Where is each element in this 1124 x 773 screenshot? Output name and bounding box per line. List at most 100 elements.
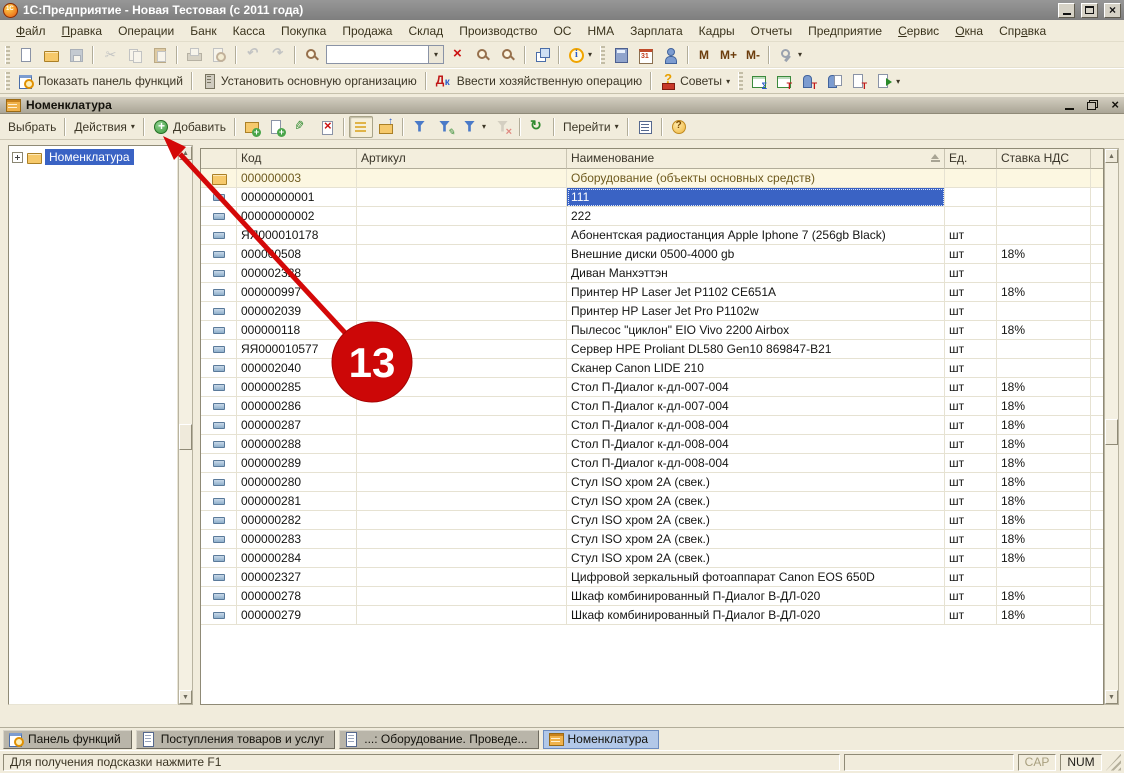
vat-cell[interactable] (997, 264, 1091, 283)
code-cell[interactable]: 000000284 (237, 549, 357, 568)
name-cell[interactable]: Стул ISO хром 2А (свек.) (567, 511, 945, 530)
code-cell[interactable]: 00000000001 (237, 188, 357, 207)
article-cell[interactable] (357, 435, 567, 454)
help-icon[interactable] (667, 116, 691, 138)
unit-cell[interactable]: шт (945, 359, 997, 378)
table-row[interactable]: 000000003Оборудование (объекты основных … (201, 169, 1103, 188)
unit-cell[interactable]: шт (945, 340, 997, 359)
vat-cell[interactable]: 18% (997, 378, 1091, 397)
table-row[interactable]: 000002040Сканер Canon LIDE 210шт (201, 359, 1103, 378)
unit-cell[interactable]: шт (945, 321, 997, 340)
scroll-up-icon[interactable]: ▲ (1105, 149, 1118, 163)
menu-item[interactable]: ОС (545, 22, 579, 40)
report-export-icon[interactable]: ▾ (872, 70, 904, 92)
code-cell[interactable]: 000000281 (237, 492, 357, 511)
report-doc-icon[interactable] (847, 70, 871, 92)
name-cell[interactable]: Шкаф комбинированный П-Диалог В-ДЛ-020 (567, 587, 945, 606)
name-cell[interactable]: Стол П-Диалог к-дл-007-004 (567, 378, 945, 397)
name-cell-selected[interactable]: 111 (567, 188, 945, 207)
menu-item[interactable]: Сервис (890, 22, 947, 40)
menu-item[interactable]: Покупка (273, 22, 334, 40)
paste-icon[interactable] (148, 44, 172, 66)
code-cell[interactable]: 000000003 (237, 169, 357, 188)
vat-cell[interactable]: 18% (997, 511, 1091, 530)
menu-item[interactable]: Продажа (334, 22, 400, 40)
memory-minus-button[interactable]: M- (742, 44, 764, 66)
code-cell[interactable]: 000002040 (237, 359, 357, 378)
article-cell[interactable] (357, 264, 567, 283)
article-cell[interactable] (357, 188, 567, 207)
unit-cell[interactable]: шт (945, 606, 997, 625)
table-row[interactable]: 000000289Стол П-Диалог к-дл-008-004шт18% (201, 454, 1103, 473)
code-cell[interactable]: 000000280 (237, 473, 357, 492)
unit-cell[interactable]: шт (945, 245, 997, 264)
goto-button[interactable]: Перейти▾ (559, 116, 623, 138)
article-cell[interactable] (357, 340, 567, 359)
vat-cell[interactable] (997, 226, 1091, 245)
list-settings-icon[interactable] (633, 116, 657, 138)
table-row[interactable]: 000002039Принтер HP Laser Jet Pro P1102w… (201, 302, 1103, 321)
column-header-name[interactable]: Наименование (567, 149, 945, 169)
table-row[interactable]: 000000278 Шкаф комбинированный П-Диалог В… (201, 587, 1103, 606)
tree-scrollbar[interactable]: ▲ ▼ (178, 145, 193, 705)
open-icon[interactable] (39, 44, 63, 66)
article-cell[interactable] (357, 169, 567, 188)
table-row[interactable]: 000000282Стул ISO хром 2А (свек.)шт18% (201, 511, 1103, 530)
doc-restore-button[interactable] (1087, 99, 1098, 111)
calculator-icon[interactable] (609, 44, 633, 66)
vat-cell[interactable]: 18% (997, 454, 1091, 473)
menu-item[interactable]: Производство (451, 22, 545, 40)
column-header-vat[interactable]: Ставка НДС (997, 149, 1091, 169)
table-row[interactable]: 000000281Стул ISO хром 2А (свек.)шт18% (201, 492, 1103, 511)
code-cell[interactable]: 000000279 (237, 606, 357, 625)
vat-cell[interactable] (997, 359, 1091, 378)
combo-dropdown-icon[interactable]: ▾ (428, 46, 443, 63)
vat-cell[interactable]: 18% (997, 587, 1091, 606)
taskbar-tab[interactable]: Поступления товаров и услуг (136, 730, 336, 749)
cut-icon[interactable] (98, 44, 122, 66)
vat-cell[interactable] (997, 169, 1091, 188)
redo-icon[interactable] (266, 44, 290, 66)
quick-search-combo[interactable]: ▾ (326, 45, 444, 64)
article-cell[interactable] (357, 416, 567, 435)
unit-cell[interactable]: шт (945, 435, 997, 454)
table-row[interactable]: ЯЯ000010178Абонентская радиостанция Appl… (201, 226, 1103, 245)
find-next-icon[interactable] (471, 44, 495, 66)
menu-item[interactable]: Отчеты (743, 22, 800, 40)
up-one-level-icon[interactable] (374, 116, 398, 138)
article-cell[interactable] (357, 549, 567, 568)
vat-cell[interactable]: 18% (997, 473, 1091, 492)
table-row[interactable]: 000000997Принтер HP Laser Jet P1102 CE65… (201, 283, 1103, 302)
name-cell[interactable]: Принтер HP Laser Jet P1102 CE651A (567, 283, 945, 302)
unit-cell[interactable]: шт (945, 587, 997, 606)
filter-menu-icon[interactable]: ▾ (458, 116, 490, 138)
clear-search-icon[interactable] (446, 44, 470, 66)
actions-button[interactable]: Действия▾ (70, 116, 139, 138)
unit-cell[interactable] (945, 188, 997, 207)
code-cell[interactable]: 000000288 (237, 435, 357, 454)
name-cell[interactable]: Шкаф комбинированный П-Диалог В-ДЛ-020 (567, 606, 945, 625)
vat-cell[interactable] (997, 188, 1091, 207)
name-cell[interactable]: Стол П-Диалог к-дл-008-004 (567, 454, 945, 473)
vat-cell[interactable]: 18% (997, 321, 1091, 340)
name-cell[interactable]: Стол П-Диалог к-дл-008-004 (567, 416, 945, 435)
table-row[interactable]: 000000508Внешние диски 0500-4000 gbшт18% (201, 245, 1103, 264)
code-cell[interactable]: 000000278 (237, 587, 357, 606)
menu-item[interactable]: Склад (400, 22, 451, 40)
code-cell[interactable]: ЯЯ000010178 (237, 226, 357, 245)
article-cell[interactable] (357, 378, 567, 397)
menu-item[interactable]: Кадры (691, 22, 743, 40)
print-preview-icon[interactable] (207, 44, 231, 66)
name-cell[interactable]: Стул ISO хром 2А (свек.) (567, 549, 945, 568)
memory-plus-button[interactable]: M+ (716, 44, 741, 66)
report-person-doc-icon[interactable] (822, 70, 846, 92)
article-cell[interactable] (357, 245, 567, 264)
calendar-icon[interactable] (634, 44, 658, 66)
unit-cell[interactable]: шт (945, 511, 997, 530)
vat-cell[interactable] (997, 207, 1091, 226)
name-cell[interactable]: Стол П-Диалог к-дл-007-004 (567, 397, 945, 416)
unit-cell[interactable]: шт (945, 378, 997, 397)
unit-cell[interactable]: шт (945, 226, 997, 245)
toolbar-grip[interactable] (5, 72, 10, 90)
scrollbar-thumb[interactable] (1105, 419, 1118, 445)
